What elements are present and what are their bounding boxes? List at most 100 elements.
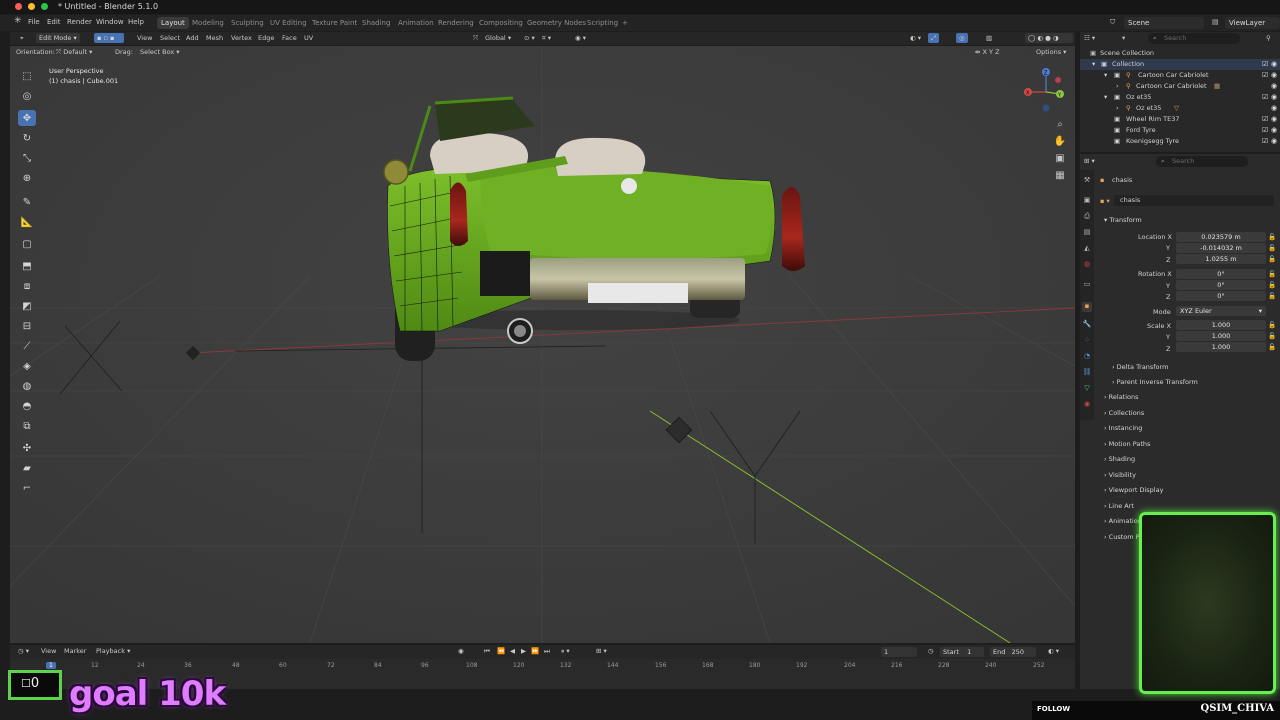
eye-icon[interactable]: ◉ xyxy=(1271,126,1277,134)
measure-tool-icon[interactable]: 📐 xyxy=(18,214,36,230)
motion-paths-section[interactable]: › Motion Paths xyxy=(1104,440,1150,448)
outliner-search-input[interactable]: ⌕ Search xyxy=(1148,33,1240,44)
auto-keying-icon[interactable]: ◉ xyxy=(458,647,464,655)
checkbox-icon[interactable]: ☑ xyxy=(1262,126,1268,134)
scale-y-field[interactable]: 1.000 xyxy=(1176,331,1266,341)
key-filter-icon[interactable]: ⊞ ▾ xyxy=(596,647,607,655)
tab-rendering[interactable]: Rendering xyxy=(434,17,478,29)
outliner-row-object[interactable]: ▣ Ford Tyre ☑ ◉ xyxy=(1080,125,1280,136)
line-art-section[interactable]: › Line Art xyxy=(1104,502,1134,510)
select-box-tool-icon[interactable]: ⬚ xyxy=(18,68,36,84)
visibility-section[interactable]: › Visibility xyxy=(1104,471,1136,479)
smooth-tool-icon[interactable]: ◓ xyxy=(18,398,36,414)
lock-icon[interactable]: 🔓 xyxy=(1268,292,1276,300)
animation-section[interactable]: › Animation xyxy=(1104,517,1142,525)
lock-icon[interactable]: 🔓 xyxy=(1268,332,1276,340)
xray-icon[interactable]: ▧ xyxy=(986,34,992,42)
tab-texture-paint[interactable]: Texture Paint xyxy=(308,17,361,29)
3d-viewport[interactable]: User Perspective (1) chasis | Cube.001 Z… xyxy=(10,46,1075,643)
relations-section[interactable]: › Relations xyxy=(1104,393,1139,401)
cursor-tool-icon[interactable]: ◎ xyxy=(18,88,36,104)
checkbox-icon[interactable]: ☑ xyxy=(1262,93,1268,101)
play-icon[interactable]: ▶ xyxy=(521,647,526,655)
minimize-window-button[interactable] xyxy=(28,3,35,10)
add-workspace-button[interactable]: + xyxy=(618,17,632,29)
menu-file[interactable]: File xyxy=(28,18,40,26)
shear-tool-icon[interactable]: ▰ xyxy=(18,460,36,476)
outliner-editor-icon[interactable]: ☷ ▾ xyxy=(1084,34,1095,42)
menu-select[interactable]: Select xyxy=(160,34,180,42)
location-y-field[interactable]: -0.014032 m xyxy=(1176,243,1266,253)
expand-arrow-icon[interactable]: › xyxy=(1116,104,1119,112)
menu-edge[interactable]: Edge xyxy=(258,34,274,42)
tab-geometry-nodes[interactable]: Geometry Nodes xyxy=(523,17,590,29)
shading-section[interactable]: › Shading xyxy=(1104,455,1135,463)
navigation-gizmo[interactable]: Z X Y xyxy=(1022,66,1070,116)
menu-render[interactable]: Render xyxy=(67,18,92,26)
eye-icon[interactable]: ◉ xyxy=(1271,60,1277,68)
menu-add[interactable]: Add xyxy=(186,34,199,42)
rotation-y-field[interactable]: 0° xyxy=(1176,280,1266,290)
poly-build-tool-icon[interactable]: ◈ xyxy=(18,358,36,374)
lock-icon[interactable]: 🔓 xyxy=(1268,255,1276,263)
prev-keyframe-icon[interactable]: ⏪ xyxy=(497,647,505,655)
tab-uv-editing[interactable]: UV Editing xyxy=(266,17,311,29)
outliner-row-scene-collection[interactable]: ▣ Scene Collection xyxy=(1080,48,1280,59)
pivot-icon[interactable]: ⊙ ▾ xyxy=(524,34,535,42)
drag-dropdown[interactable]: Select Box ▾ xyxy=(140,48,180,56)
jump-end-icon[interactable]: ⏭ xyxy=(544,647,550,656)
lock-icon[interactable]: 🔓 xyxy=(1268,281,1276,289)
object-data-icon[interactable]: ▪ ▾ xyxy=(1100,197,1110,205)
viewport-display-section[interactable]: › Viewport Display xyxy=(1104,486,1163,494)
scale-tool-icon[interactable]: ⤡ xyxy=(18,150,36,166)
checkbox-icon[interactable]: ☑ xyxy=(1262,71,1268,79)
rotation-mode-dropdown[interactable]: XYZ Euler ▾ xyxy=(1176,306,1266,316)
blender-logo-icon[interactable]: ✳ xyxy=(14,16,22,26)
mirror-axis-buttons[interactable]: ⇹ X Y Z xyxy=(975,48,1000,56)
shrink-fatten-tool-icon[interactable]: ✣ xyxy=(18,440,36,456)
object-name-field[interactable]: chasis xyxy=(1114,195,1274,206)
proportional-edit-icon[interactable]: ◉ ▾ xyxy=(575,34,586,42)
mode-selector[interactable]: Edit Mode ▾ xyxy=(36,33,80,43)
object-tab-icon[interactable]: ▪ xyxy=(1082,302,1092,312)
select-mode-buttons[interactable]: ▪ ▫ ▪ xyxy=(94,33,124,43)
tab-sculpting[interactable]: Sculpting xyxy=(227,17,268,29)
scene-icon[interactable]: ⛉ xyxy=(1110,18,1115,27)
transform-space-dropdown[interactable]: Global ▾ xyxy=(485,34,511,42)
keying-set-icon[interactable]: ⏸ ▾ xyxy=(561,647,570,656)
spin-tool-icon[interactable]: ◍ xyxy=(18,378,36,394)
snap-icon[interactable]: ⌗ ▾ xyxy=(542,34,551,43)
shading-modes[interactable]: ◯ ◐ ● ◑ xyxy=(1025,33,1073,43)
outliner-row-object[interactable]: › ⚲ Oz et35 ▽ ◉ xyxy=(1080,103,1280,114)
tab-shading[interactable]: Shading xyxy=(358,17,394,29)
lock-icon[interactable]: 🔓 xyxy=(1268,270,1276,278)
rotation-z-field[interactable]: 0° xyxy=(1176,291,1266,301)
instancing-section[interactable]: › Instancing xyxy=(1104,424,1142,432)
outliner-filter-icon[interactable]: ▾ xyxy=(1122,34,1125,42)
timeline-editor-icon[interactable]: ◷ ▾ xyxy=(18,647,29,655)
preview-range-icon[interactable]: ◷ xyxy=(928,647,934,655)
zoom-icon[interactable]: ⌕ xyxy=(1053,119,1067,133)
transform-tool-icon[interactable]: ⊕ xyxy=(18,170,36,186)
inset-tool-icon[interactable]: ⧈ xyxy=(18,278,36,294)
render-tab-icon[interactable]: ▣ xyxy=(1082,196,1092,206)
scene-selector[interactable]: Scene xyxy=(1124,17,1204,29)
menu-vertex[interactable]: Vertex xyxy=(231,34,252,42)
gizmo-toggle[interactable]: ⤢ xyxy=(928,33,940,43)
transform-orientation-icon[interactable]: ⤧ xyxy=(473,34,478,43)
menu-face[interactable]: Face xyxy=(282,34,297,42)
expand-arrow-icon[interactable]: ▾ xyxy=(1104,93,1107,101)
physics-tab-icon[interactable]: ◔ xyxy=(1082,352,1092,362)
menu-uv[interactable]: UV xyxy=(304,34,313,42)
view-object-types-icon[interactable]: ◐ ▾ xyxy=(910,34,921,42)
lock-icon[interactable]: 🔓 xyxy=(1268,321,1276,329)
close-window-button[interactable] xyxy=(15,3,22,10)
world-tab-icon[interactable]: ◍ xyxy=(1082,260,1092,270)
eye-icon[interactable]: ◉ xyxy=(1271,71,1277,79)
expand-arrow-icon[interactable]: › xyxy=(1116,82,1119,90)
timeline-menu-view[interactable]: View xyxy=(41,647,56,655)
outliner-row-object[interactable]: ▣ Wheel Rim TE37 ☑ ◉ xyxy=(1080,114,1280,125)
bevel-tool-icon[interactable]: ◩ xyxy=(18,298,36,314)
expand-arrow-icon[interactable]: ▾ xyxy=(1092,60,1095,68)
scene-tab-icon[interactable]: ◭ xyxy=(1082,244,1092,254)
